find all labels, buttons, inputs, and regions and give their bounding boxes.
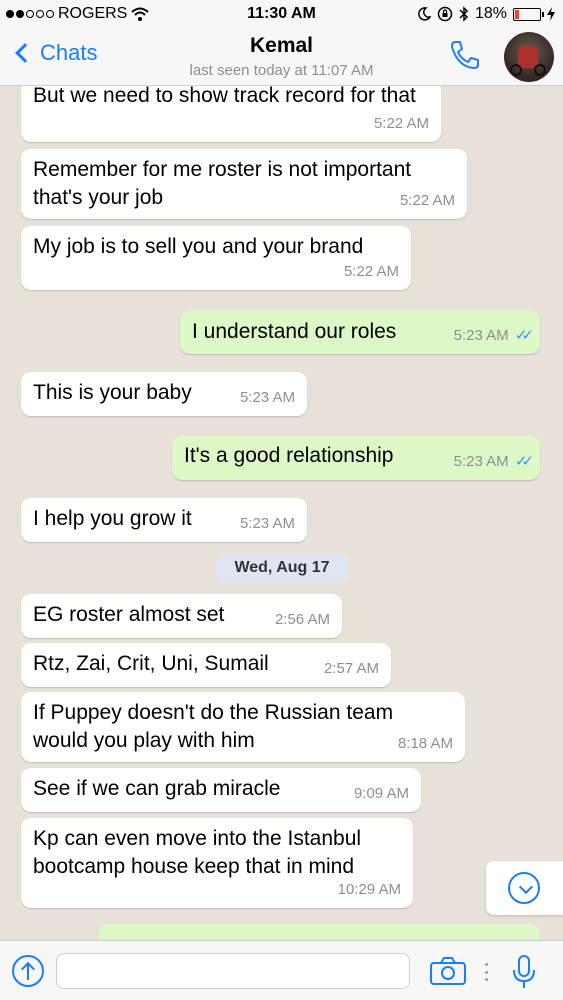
message-time: 10:29 AM xyxy=(337,881,401,898)
rotation-lock-icon xyxy=(437,6,453,22)
message-time: 5:23 AM ✓✓ xyxy=(453,327,534,344)
message-text: I understand our roles xyxy=(192,320,397,343)
status-icons: 18% xyxy=(417,5,555,23)
double-check-icon: ✓✓ xyxy=(514,327,534,344)
date-separator: Wed, Aug 17 xyxy=(216,554,348,582)
message-text: It's a good relationship xyxy=(184,444,394,467)
contact-avatar[interactable] xyxy=(504,32,554,82)
message-outgoing[interactable]: I understand our roles 5:23 AM ✓✓ xyxy=(180,310,540,354)
message-time: 5:23 AM xyxy=(239,515,295,532)
message-time: 5:23 AM xyxy=(239,389,295,406)
message-text: If Puppey doesn't do the Russian team wo… xyxy=(33,701,394,752)
message-incoming[interactable]: EG roster almost set 2:56 AM xyxy=(21,594,342,638)
battery-percent: 18% xyxy=(474,5,507,22)
message-time: 5:22 AM xyxy=(399,192,455,209)
arrow-up-circle-icon[interactable] xyxy=(12,955,44,987)
separator-dots xyxy=(484,963,488,981)
message-text: Rtz, Zai, Crit, Uni, Sumail xyxy=(33,652,269,675)
message-text: My job is to sell you and your brand xyxy=(33,235,364,258)
message-incoming[interactable]: My job is to sell you and your brand 5:2… xyxy=(21,226,411,290)
message-outgoing-partial[interactable] xyxy=(98,924,540,940)
chevron-down-circle-icon xyxy=(508,872,540,904)
phone-icon[interactable] xyxy=(448,38,482,72)
scroll-to-bottom-button[interactable] xyxy=(486,861,563,915)
message-text: But we need to show track record for tha… xyxy=(33,86,416,107)
message-incoming[interactable]: But we need to show track record for tha… xyxy=(21,86,441,142)
message-incoming[interactable]: This is your baby 5:23 AM xyxy=(21,372,307,416)
chat-header: Chats Kemal last seen today at 11:07 AM xyxy=(0,28,563,86)
message-time: 2:57 AM xyxy=(323,660,379,677)
message-text: Remember for me roster is not important … xyxy=(33,158,412,209)
battery-icon xyxy=(513,7,544,21)
message-incoming[interactable]: Kp can even move into the Istanbul bootc… xyxy=(21,818,413,908)
message-time: 2:56 AM xyxy=(274,611,330,628)
message-text: I help you grow it xyxy=(33,507,192,530)
double-check-icon: ✓✓ xyxy=(514,453,534,470)
message-time: 5:22 AM xyxy=(373,115,429,132)
message-incoming[interactable]: See if we can grab miracle 9:09 AM xyxy=(21,768,421,812)
message-text: See if we can grab miracle xyxy=(33,777,281,800)
bluetooth-icon xyxy=(459,6,469,22)
message-time: 9:09 AM xyxy=(353,785,409,802)
message-outgoing[interactable]: It's a good relationship 5:23 AM ✓✓ xyxy=(172,436,540,480)
composer-bar xyxy=(0,940,563,1000)
message-incoming[interactable]: Remember for me roster is not important … xyxy=(21,149,467,219)
message-list[interactable]: But we need to show track record for tha… xyxy=(0,86,563,940)
status-bar: ROGERS 11:30 AM 18% xyxy=(0,0,563,28)
message-text: Kp can even move into the Istanbul bootc… xyxy=(33,827,362,878)
moon-icon xyxy=(418,7,431,21)
message-incoming[interactable]: If Puppey doesn't do the Russian team wo… xyxy=(21,692,465,762)
microphone-icon[interactable] xyxy=(510,955,538,989)
message-time: 5:22 AM xyxy=(343,263,399,280)
charging-icon xyxy=(547,7,555,21)
message-incoming[interactable]: Rtz, Zai, Crit, Uni, Sumail 2:57 AM xyxy=(21,643,391,687)
message-text: EG roster almost set xyxy=(33,603,225,626)
camera-icon[interactable] xyxy=(430,957,466,985)
message-incoming[interactable]: I help you grow it 5:23 AM xyxy=(21,498,307,542)
message-input[interactable] xyxy=(56,953,410,989)
message-time: 5:23 AM ✓✓ xyxy=(453,453,534,470)
message-text: This is your baby xyxy=(33,381,192,404)
message-time: 8:18 AM xyxy=(397,735,453,752)
